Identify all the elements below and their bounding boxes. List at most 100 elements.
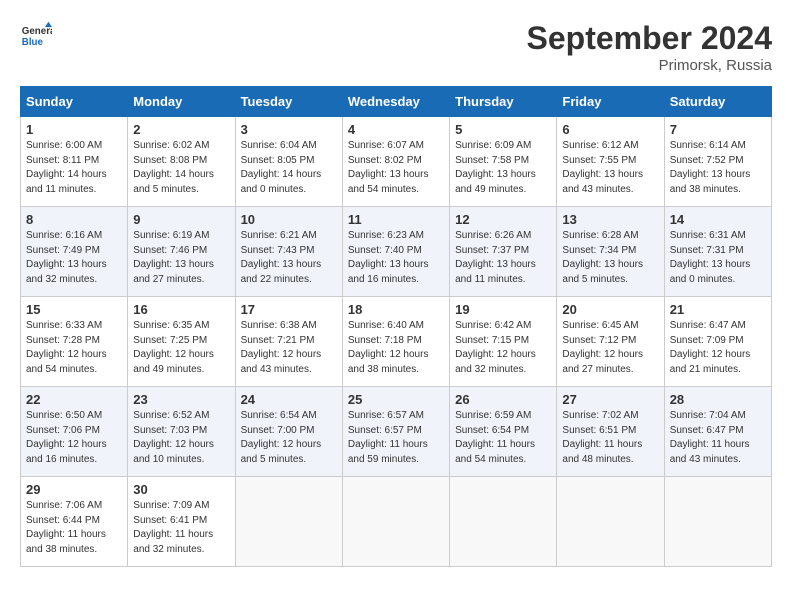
day-number: 26 [455,392,551,407]
day-info: Sunrise: 6:04 AM Sunset: 8:05 PM Dayligh… [241,139,337,197]
header-sunday: Sunday [21,87,128,117]
day-info: Sunrise: 6:16 AM Sunset: 7:49 PM Dayligh… [26,229,122,287]
day-info: Sunrise: 6:52 AM Sunset: 7:03 PM Dayligh… [133,409,229,467]
day-number: 8 [26,212,122,227]
day-info: Sunrise: 6:14 AM Sunset: 7:52 PM Dayligh… [670,139,766,197]
day-number: 30 [133,482,229,497]
header-tuesday: Tuesday [235,87,342,117]
table-row: 23 Sunrise: 6:52 AM Sunset: 7:03 PM Dayli… [128,387,235,477]
day-number: 15 [26,302,122,317]
svg-text:Blue: Blue [22,37,44,48]
calendar-row: 22 Sunrise: 6:50 AM Sunset: 7:06 PM Dayli… [21,387,772,477]
day-number: 14 [670,212,766,227]
day-info: Sunrise: 6:57 AM Sunset: 6:57 PM Dayligh… [348,409,444,467]
day-number: 1 [26,122,122,137]
svg-text:General: General [22,26,52,37]
calendar-row: 29Sunrise: 7:06 AM Sunset: 6:44 PM Dayli… [21,477,772,567]
day-info: Sunrise: 6:59 AM Sunset: 6:54 PM Dayligh… [455,409,551,467]
day-number: 10 [241,212,337,227]
table-row: 22 Sunrise: 6:50 AM Sunset: 7:06 PM Dayli… [21,387,128,477]
table-row [557,477,664,567]
day-info: Sunrise: 7:09 AM Sunset: 6:41 PM Dayligh… [133,499,229,557]
day-info: Sunrise: 6:54 AM Sunset: 7:00 PM Dayligh… [241,409,337,467]
day-info: Sunrise: 6:38 AM Sunset: 7:21 PM Dayligh… [241,319,337,377]
table-row: 6Sunrise: 6:12 AM Sunset: 7:55 PM Daylig… [557,117,664,207]
day-number: 7 [670,122,766,137]
table-row [342,477,449,567]
table-row: 15 Sunrise: 6:33 AM Sunset: 7:28 PM Dayli… [21,297,128,387]
table-row: 8 Sunrise: 6:16 AM Sunset: 7:49 PM Daylig… [21,207,128,297]
day-number: 13 [562,212,658,227]
month-title: September 2024 [527,20,772,57]
header-thursday: Thursday [450,87,557,117]
table-row [664,477,771,567]
table-row: 24Sunrise: 6:54 AM Sunset: 7:00 PM Dayli… [235,387,342,477]
day-info: Sunrise: 6:50 AM Sunset: 7:06 PM Dayligh… [26,409,122,467]
day-info: Sunrise: 6:07 AM Sunset: 8:02 PM Dayligh… [348,139,444,197]
table-row [450,477,557,567]
table-row: 26 Sunrise: 6:59 AM Sunset: 6:54 PM Dayli… [450,387,557,477]
table-row: 1Sunrise: 6:00 AM Sunset: 8:11 PM Daylig… [21,117,128,207]
table-row: 21 Sunrise: 6:47 AM Sunset: 7:09 PM Dayli… [664,297,771,387]
day-info: Sunrise: 6:26 AM Sunset: 7:37 PM Dayligh… [455,229,551,287]
day-number: 17 [241,302,337,317]
day-info: Sunrise: 6:31 AM Sunset: 7:31 PM Dayligh… [670,229,766,287]
table-row: 9 Sunrise: 6:19 AM Sunset: 7:46 PM Daylig… [128,207,235,297]
logo: General Blue [20,20,52,52]
day-number: 22 [26,392,122,407]
table-row: 29Sunrise: 7:06 AM Sunset: 6:44 PM Dayli… [21,477,128,567]
location: Primorsk, Russia [527,57,772,74]
header-wednesday: Wednesday [342,87,449,117]
table-row: 17 Sunrise: 6:38 AM Sunset: 7:21 PM Dayli… [235,297,342,387]
day-info: Sunrise: 6:02 AM Sunset: 8:08 PM Dayligh… [133,139,229,197]
day-info: Sunrise: 7:06 AM Sunset: 6:44 PM Dayligh… [26,499,122,557]
logo-icon: General Blue [20,20,52,52]
table-row: 3 Sunrise: 6:04 AM Sunset: 8:05 PM Daylig… [235,117,342,207]
day-number: 9 [133,212,229,227]
day-number: 2 [133,122,229,137]
day-info: Sunrise: 6:23 AM Sunset: 7:40 PM Dayligh… [348,229,444,287]
day-info: Sunrise: 6:21 AM Sunset: 7:43 PM Dayligh… [241,229,337,287]
calendar-row: 8 Sunrise: 6:16 AM Sunset: 7:49 PM Daylig… [21,207,772,297]
day-info: Sunrise: 6:47 AM Sunset: 7:09 PM Dayligh… [670,319,766,377]
header-row: Sunday Monday Tuesday Wednesday Thursday… [21,87,772,117]
day-info: Sunrise: 7:04 AM Sunset: 6:47 PM Dayligh… [670,409,766,467]
day-number: 3 [241,122,337,137]
day-info: Sunrise: 6:19 AM Sunset: 7:46 PM Dayligh… [133,229,229,287]
table-row: 28 Sunrise: 7:04 AM Sunset: 6:47 PM Dayli… [664,387,771,477]
day-info: Sunrise: 7:02 AM Sunset: 6:51 PM Dayligh… [562,409,658,467]
day-number: 28 [670,392,766,407]
day-info: Sunrise: 6:42 AM Sunset: 7:15 PM Dayligh… [455,319,551,377]
header-friday: Friday [557,87,664,117]
day-number: 21 [670,302,766,317]
page-header: General Blue September 2024 Primorsk, Ru… [20,20,772,74]
table-row [235,477,342,567]
header-saturday: Saturday [664,87,771,117]
day-number: 23 [133,392,229,407]
day-info: Sunrise: 6:45 AM Sunset: 7:12 PM Dayligh… [562,319,658,377]
table-row: 14 Sunrise: 6:31 AM Sunset: 7:31 PM Dayli… [664,207,771,297]
table-row: 7 Sunrise: 6:14 AM Sunset: 7:52 PM Daylig… [664,117,771,207]
table-row: 12Sunrise: 6:26 AM Sunset: 7:37 PM Dayli… [450,207,557,297]
table-row: 2 Sunrise: 6:02 AM Sunset: 8:08 PM Daylig… [128,117,235,207]
table-row: 20 Sunrise: 6:45 AM Sunset: 7:12 PM Dayli… [557,297,664,387]
day-number: 4 [348,122,444,137]
day-number: 6 [562,122,658,137]
day-number: 18 [348,302,444,317]
calendar-table: Sunday Monday Tuesday Wednesday Thursday… [20,86,772,567]
day-number: 11 [348,212,444,227]
table-row: 10 Sunrise: 6:21 AM Sunset: 7:43 PM Dayli… [235,207,342,297]
table-row: 13Sunrise: 6:28 AM Sunset: 7:34 PM Dayli… [557,207,664,297]
table-row: 18Sunrise: 6:40 AM Sunset: 7:18 PM Dayli… [342,297,449,387]
day-info: Sunrise: 6:33 AM Sunset: 7:28 PM Dayligh… [26,319,122,377]
calendar-row: 1Sunrise: 6:00 AM Sunset: 8:11 PM Daylig… [21,117,772,207]
calendar-row: 15 Sunrise: 6:33 AM Sunset: 7:28 PM Dayli… [21,297,772,387]
table-row: 11 Sunrise: 6:23 AM Sunset: 7:40 PM Dayli… [342,207,449,297]
day-info: Sunrise: 6:35 AM Sunset: 7:25 PM Dayligh… [133,319,229,377]
table-row: 5Sunrise: 6:09 AM Sunset: 7:58 PM Daylig… [450,117,557,207]
day-number: 20 [562,302,658,317]
table-row: 25Sunrise: 6:57 AM Sunset: 6:57 PM Dayli… [342,387,449,477]
day-number: 16 [133,302,229,317]
table-row: 16 Sunrise: 6:35 AM Sunset: 7:25 PM Dayli… [128,297,235,387]
header-monday: Monday [128,87,235,117]
